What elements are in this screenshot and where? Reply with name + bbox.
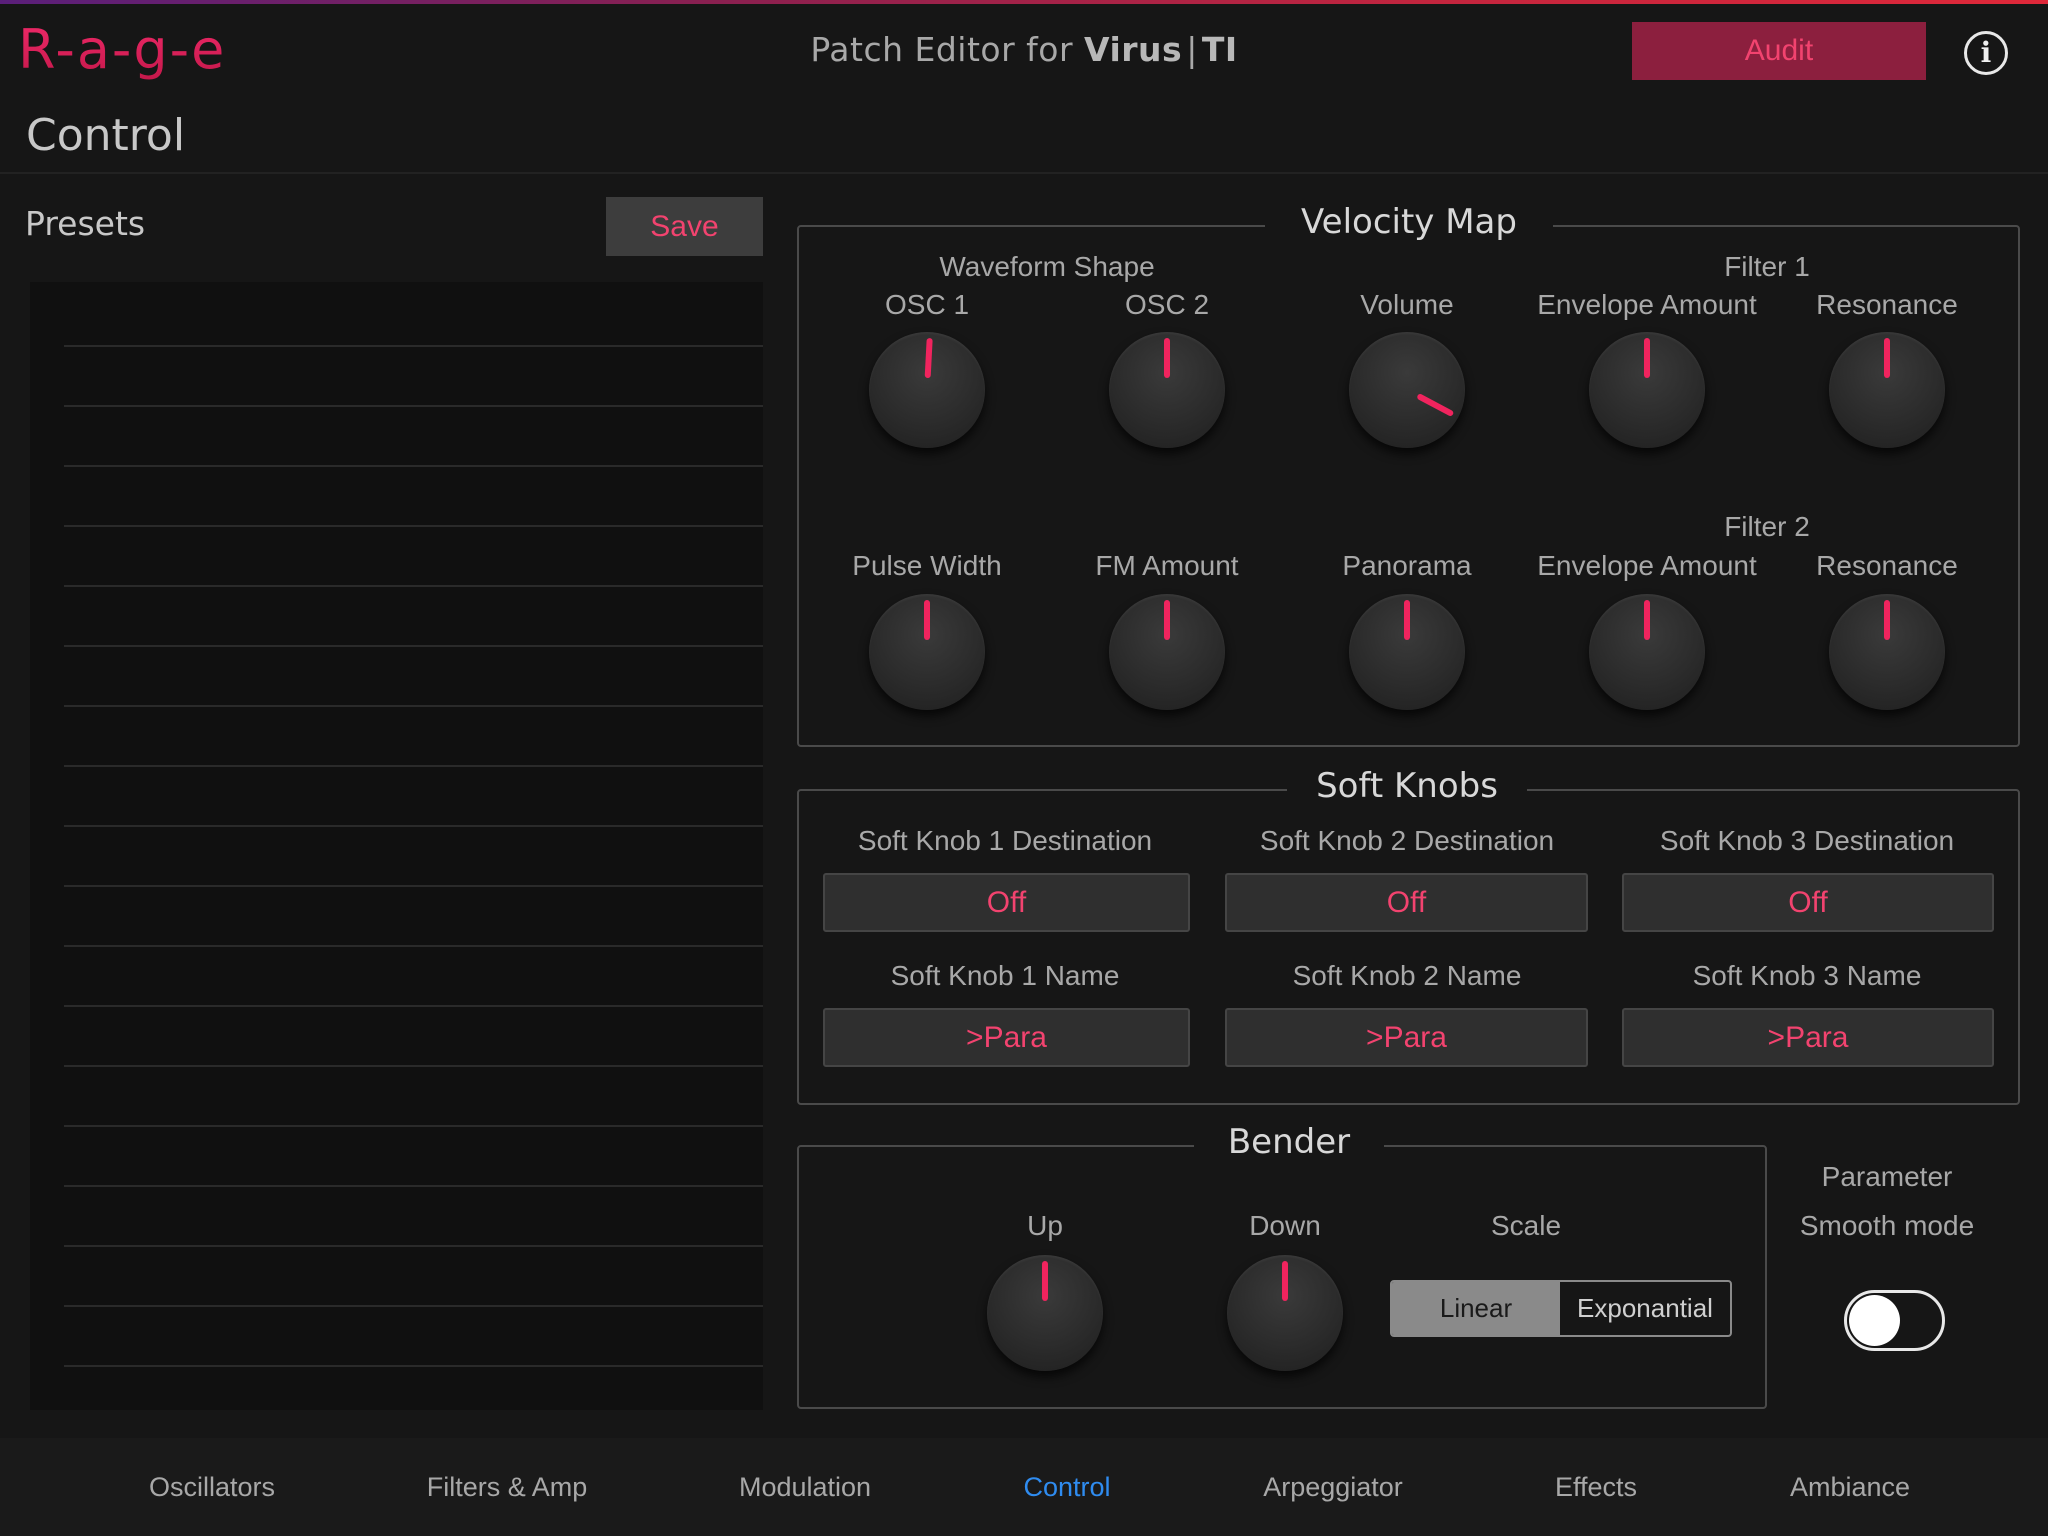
knob-label: Resonance [1816, 289, 1958, 320]
title-brand: Virus [1084, 30, 1183, 69]
preset-list-row[interactable] [64, 1365, 763, 1367]
info-icon[interactable]: i [1964, 31, 2008, 75]
nav-tab-effects[interactable]: Effects [1466, 1472, 1726, 1503]
velocity-osc1-knob[interactable] [869, 332, 985, 448]
bender-scale-segmented-control[interactable]: Linear Exponantial [1390, 1280, 1732, 1337]
preset-list-row[interactable] [64, 645, 763, 647]
velocity-filter1-envelope-amount-knob[interactable] [1589, 332, 1705, 448]
velocity-map-title: Velocity Map [1265, 202, 1553, 242]
preset-list-row[interactable] [64, 1185, 763, 1187]
soft-knob3-destination-label: Soft Knob 3 Destination [1659, 825, 1955, 856]
preset-list-row[interactable] [64, 885, 763, 887]
knob-indicator [1644, 338, 1650, 378]
nav-tab-control[interactable]: Control [937, 1472, 1197, 1503]
preset-list-row[interactable] [64, 705, 763, 707]
preset-list-row[interactable] [64, 1305, 763, 1307]
toggle-thumb [1849, 1295, 1900, 1346]
soft-knob2-destination-label: Soft Knob 2 Destination [1259, 825, 1555, 856]
scale-option-exponential[interactable]: Exponantial [1560, 1282, 1730, 1335]
nav-tab-oscillators[interactable]: Oscillators [82, 1472, 342, 1503]
scale-option-linear[interactable]: Linear [1392, 1282, 1560, 1335]
preset-list-row[interactable] [64, 1005, 763, 1007]
page-title: Control [26, 110, 186, 161]
bender-title: Bender [1194, 1122, 1384, 1162]
velocity-fm-amount-knob[interactable] [1109, 594, 1225, 710]
smooth-mode-label-line1: Parameter [1821, 1161, 1953, 1192]
waveform-shape-label: Waveform Shape [939, 251, 1155, 282]
soft-knob1-name-label: Soft Knob 1 Name [890, 960, 1120, 991]
knob-indicator [1042, 1261, 1048, 1301]
save-button[interactable]: Save [606, 197, 763, 256]
bender-down-knob[interactable] [1227, 1255, 1343, 1371]
filter2-label: Filter 2 [1724, 511, 1810, 542]
smooth-mode-label-line2: Smooth mode [1799, 1210, 1975, 1241]
knob-indicator [1404, 600, 1410, 640]
soft-knob1-destination-label: Soft Knob 1 Destination [857, 825, 1153, 856]
audit-button[interactable]: Audit [1632, 22, 1926, 80]
preset-list-row[interactable] [64, 525, 763, 527]
bender-up-knob[interactable] [987, 1255, 1103, 1371]
nav-tab-ambiance[interactable]: Ambiance [1720, 1472, 1980, 1503]
soft-knob3-destination-select[interactable]: Off [1622, 873, 1994, 932]
title-prefix: Patch Editor for [810, 30, 1085, 69]
knob-indicator [924, 337, 933, 379]
velocity-volume-knob[interactable] [1349, 332, 1465, 448]
preset-list-row[interactable] [64, 765, 763, 767]
title-model: TI [1201, 30, 1238, 69]
soft-knob2-name-select[interactable]: >Para [1225, 1008, 1588, 1067]
knob-indicator [1644, 600, 1650, 640]
preset-list-row[interactable] [64, 1245, 763, 1247]
velocity-pulse-width-knob[interactable] [869, 594, 985, 710]
knob-indicator [1164, 338, 1170, 378]
knob-indicator [1164, 600, 1170, 640]
title-separator: | [1186, 30, 1198, 69]
presets-label: Presets [25, 204, 146, 243]
velocity-filter2-resonance-knob[interactable] [1829, 594, 1945, 710]
nav-tab-filters-amp[interactable]: Filters & Amp [377, 1472, 637, 1503]
velocity-osc2-knob[interactable] [1109, 332, 1225, 448]
soft-knob3-name-label: Soft Knob 3 Name [1692, 960, 1922, 991]
bender-scale-label: Scale [1490, 1210, 1562, 1241]
preset-list[interactable] [30, 282, 763, 1410]
preset-list-row[interactable] [64, 1125, 763, 1127]
nav-tab-modulation[interactable]: Modulation [675, 1472, 935, 1503]
filter1-label: Filter 1 [1724, 251, 1810, 282]
soft-knob3-name-select[interactable]: >Para [1622, 1008, 1994, 1067]
preset-list-row[interactable] [64, 1065, 763, 1067]
preset-list-row[interactable] [64, 825, 763, 827]
preset-list-row[interactable] [64, 585, 763, 587]
knob-label: Resonance [1816, 550, 1958, 581]
nav-tab-arpeggiator[interactable]: Arpeggiator [1203, 1472, 1463, 1503]
knob-indicator [1884, 338, 1890, 378]
preset-list-row[interactable] [64, 405, 763, 407]
knob-indicator [1884, 600, 1890, 640]
knob-indicator [1282, 1261, 1288, 1301]
soft-knobs-title: Soft Knobs [1287, 766, 1527, 806]
velocity-panorama-knob[interactable] [1349, 594, 1465, 710]
soft-knob1-destination-select[interactable]: Off [823, 873, 1190, 932]
header: R-a-g-e Patch Editor for Virus | TI Audit … [0, 4, 2048, 94]
knob-indicator [924, 600, 930, 640]
preset-list-row[interactable] [64, 465, 763, 467]
page-divider [0, 172, 2048, 174]
soft-knob2-name-label: Soft Knob 2 Name [1292, 960, 1522, 991]
velocity-filter1-resonance-knob[interactable] [1829, 332, 1945, 448]
smooth-mode-toggle[interactable] [1844, 1290, 1945, 1351]
velocity-filter2-envelope-amount-knob[interactable] [1589, 594, 1705, 710]
knob-indicator [1416, 392, 1455, 418]
soft-knob1-name-select[interactable]: >Para [823, 1008, 1190, 1067]
soft-knob2-destination-select[interactable]: Off [1225, 873, 1588, 932]
preset-list-row[interactable] [64, 945, 763, 947]
preset-list-row[interactable] [64, 345, 763, 347]
